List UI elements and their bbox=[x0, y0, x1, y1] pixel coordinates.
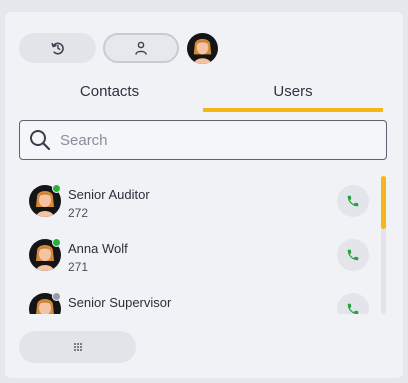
user-list: Senior Auditor 272 Anna Wolf 271 Senior … bbox=[19, 174, 375, 314]
scrollbar-thumb[interactable] bbox=[381, 176, 386, 229]
list-scrollbar[interactable] bbox=[381, 176, 386, 314]
current-user-avatar[interactable] bbox=[187, 32, 218, 64]
history-button[interactable] bbox=[19, 33, 96, 63]
call-button[interactable] bbox=[337, 293, 369, 314]
search-icon bbox=[30, 130, 51, 151]
user-extension: 272 bbox=[68, 206, 89, 220]
presence-indicator bbox=[52, 292, 61, 301]
top-toolbar bbox=[19, 32, 218, 64]
user-profile-button[interactable] bbox=[103, 33, 179, 63]
dialpad-button[interactable] bbox=[19, 331, 136, 363]
search-input[interactable] bbox=[60, 131, 360, 149]
list-item[interactable]: Senior Supervisor bbox=[19, 282, 375, 314]
user-extension: 271 bbox=[68, 260, 89, 274]
list-item[interactable]: Anna Wolf 271 bbox=[19, 228, 375, 282]
user-name: Senior Auditor bbox=[68, 187, 150, 202]
phone-icon bbox=[347, 195, 359, 207]
tab-bar: Contacts Users bbox=[19, 78, 383, 112]
dialpad-icon bbox=[73, 343, 82, 351]
phone-icon bbox=[347, 303, 359, 314]
phone-icon bbox=[347, 249, 359, 261]
call-button[interactable] bbox=[337, 239, 369, 271]
presence-indicator bbox=[52, 184, 61, 193]
user-name: Anna Wolf bbox=[68, 241, 128, 256]
tab-users[interactable]: Users bbox=[203, 78, 383, 112]
user-icon bbox=[135, 41, 147, 55]
tab-contacts[interactable]: Contacts bbox=[19, 78, 200, 112]
user-name: Senior Supervisor bbox=[68, 295, 172, 310]
call-button[interactable] bbox=[337, 185, 369, 217]
history-icon bbox=[50, 42, 64, 55]
presence-indicator bbox=[52, 238, 61, 247]
list-item[interactable]: Senior Auditor 272 bbox=[19, 174, 375, 228]
search-box bbox=[19, 120, 387, 160]
